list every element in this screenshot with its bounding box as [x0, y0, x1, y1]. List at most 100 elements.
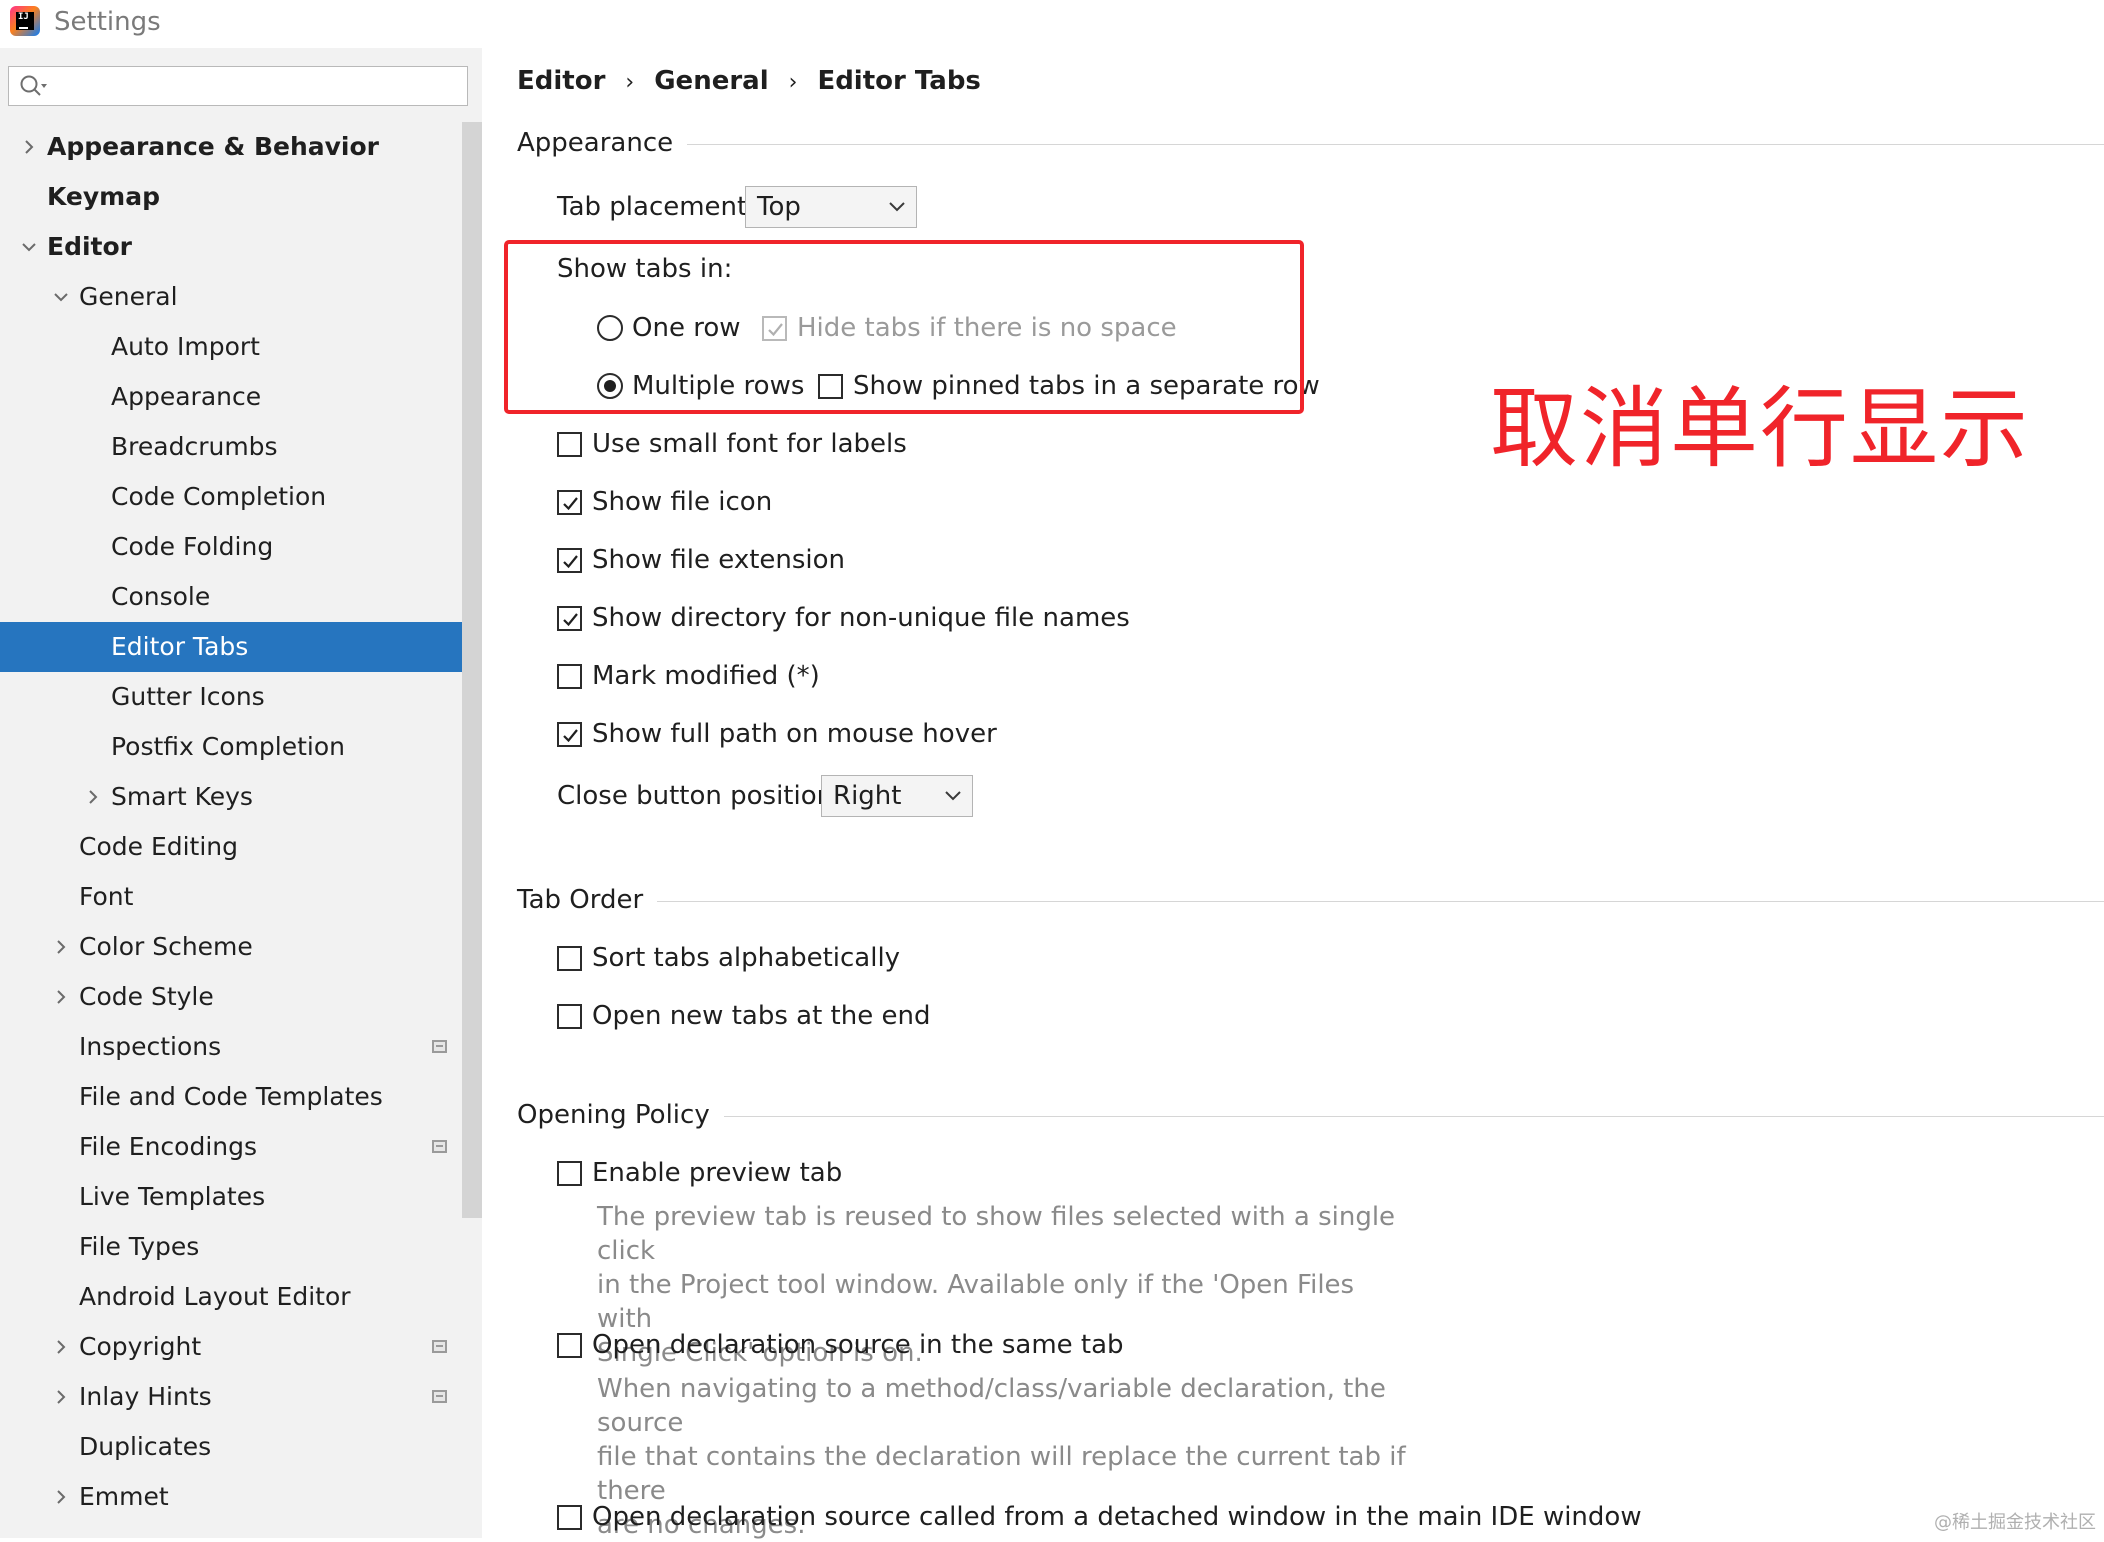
show-directory-label: Show directory for non-unique file names — [592, 603, 1130, 633]
sidebar-item-label: Auto Import — [111, 332, 260, 361]
description-line: The preview tab is reused to show files … — [597, 1202, 1396, 1266]
breadcrumb-editor-tabs: Editor Tabs — [817, 66, 981, 96]
tab-placement-label: Tab placement: — [557, 192, 756, 222]
sidebar-item-label: Gutter Icons — [111, 682, 265, 711]
checkbox[interactable] — [557, 1333, 582, 1358]
checkbox[interactable] — [557, 606, 582, 631]
search-input[interactable] — [55, 71, 459, 103]
project-scope-icon — [432, 1340, 447, 1353]
checkbox[interactable] — [557, 1004, 582, 1029]
show-full-path-label: Show full path on mouse hover — [592, 719, 997, 749]
checkbox[interactable] — [557, 946, 582, 971]
sidebar-item-android-layout-editor[interactable]: Android Layout Editor — [0, 1272, 482, 1322]
checkbox[interactable] — [557, 432, 582, 457]
sidebar-item-editor-tabs[interactable]: Editor Tabs — [0, 622, 482, 672]
sidebar-item-appearance[interactable]: Appearance — [0, 372, 482, 422]
chevron-right-icon[interactable] — [53, 1339, 69, 1355]
sidebar-item-label: Smart Keys — [111, 782, 253, 811]
show-file-icon-label: Show file icon — [592, 487, 773, 517]
check-icon — [563, 613, 578, 627]
description-line: file that contains the declaration will … — [597, 1442, 1406, 1506]
sidebar-item-code-style[interactable]: Code Style — [0, 972, 482, 1022]
check-icon — [563, 555, 578, 569]
chevron-right-icon[interactable] — [53, 939, 69, 955]
sidebar-item-label: General — [79, 282, 178, 311]
section-title-appearance: Appearance — [517, 128, 688, 158]
sidebar-item-keymap[interactable]: Keymap — [0, 172, 482, 222]
sidebar-item-label: Editor Tabs — [111, 632, 249, 661]
sidebar-item-inspections[interactable]: Inspections — [0, 1022, 482, 1072]
sidebar-item-console[interactable]: Console — [0, 572, 482, 622]
same-tab-label: Open declaration source in the same tab — [592, 1330, 1124, 1360]
sort-alphabetically-label: Sort tabs alphabetically — [592, 943, 901, 973]
sidebar-item-inlay-hints[interactable]: Inlay Hints — [0, 1372, 482, 1422]
sidebar-item-label: Font — [79, 882, 134, 911]
sidebar-item-code-folding[interactable]: Code Folding — [0, 522, 482, 572]
sidebar-item-editor[interactable]: Editor — [0, 222, 482, 272]
sidebar-item-label: Editor — [47, 232, 132, 261]
chevron-right-icon[interactable] — [53, 1389, 69, 1405]
chevron-right-icon[interactable] — [53, 1489, 69, 1505]
sidebar-item-label: Live Templates — [79, 1182, 266, 1211]
sidebar-item-duplicates[interactable]: Duplicates — [0, 1422, 482, 1472]
window-title: Settings — [54, 7, 161, 37]
sidebar-item-color-scheme[interactable]: Color Scheme — [0, 922, 482, 972]
show-file-extension-label: Show file extension — [592, 545, 846, 575]
intellij-idea-icon: IJ — [10, 6, 40, 36]
sidebar-item-font[interactable]: Font — [0, 872, 482, 922]
sidebar-item-postfix-completion[interactable]: Postfix Completion — [0, 722, 482, 772]
close-button-position-dropdown[interactable]: Right — [821, 775, 973, 817]
sidebar-item-gutter-icons[interactable]: Gutter Icons — [0, 672, 482, 722]
sidebar-item-general[interactable]: General — [0, 272, 482, 322]
description-line: in the Project tool window. Available on… — [597, 1270, 1355, 1334]
sidebar-item-label: Copyright — [79, 1332, 202, 1361]
sidebar-item-appearance-behavior[interactable]: Appearance & Behavior — [0, 122, 482, 172]
sidebar-item-smart-keys[interactable]: Smart Keys — [0, 772, 482, 822]
sidebar-item-code-completion[interactable]: Code Completion — [0, 472, 482, 522]
checkbox[interactable] — [557, 664, 582, 689]
check-icon — [563, 497, 578, 511]
tab-placement-dropdown[interactable]: Top — [745, 186, 917, 228]
sidebar-item-code-editing[interactable]: Code Editing — [0, 822, 482, 872]
watermark: @稀土掘金技术社区 — [1934, 1512, 2096, 1533]
highlight-box — [504, 240, 1304, 414]
sidebar-item-copyright[interactable]: Copyright — [0, 1322, 482, 1372]
breadcrumb-editor[interactable]: Editor — [517, 66, 605, 96]
checkbox[interactable] — [557, 1505, 582, 1530]
tab-placement-value: Top — [757, 192, 801, 222]
section-title-tab-order: Tab Order — [517, 885, 658, 915]
breadcrumb: Editor › General › Editor Tabs — [517, 66, 981, 96]
chevron-right-icon[interactable] — [53, 989, 69, 1005]
sidebar-item-label: Keymap — [47, 182, 161, 211]
breadcrumb-separator: › — [788, 70, 798, 95]
detached-window-label: Open declaration source called from a de… — [592, 1502, 1642, 1532]
checkbox[interactable] — [557, 1161, 582, 1186]
description-line: When navigating to a method/class/variab… — [597, 1374, 1386, 1438]
sidebar-item-file-encodings[interactable]: File Encodings — [0, 1122, 482, 1172]
sidebar-item-label: Android Layout Editor — [79, 1282, 351, 1311]
chevron-down-icon[interactable] — [53, 289, 69, 305]
search-icon — [20, 75, 47, 96]
chevron-down-icon — [889, 202, 905, 212]
sidebar-item-breadcrumbs[interactable]: Breadcrumbs — [0, 422, 482, 472]
sidebar-item-label: Duplicates — [79, 1432, 212, 1461]
sidebar-item-file-and-code-templates[interactable]: File and Code Templates — [0, 1072, 482, 1122]
sidebar-item-label: Console — [111, 582, 211, 611]
sidebar-item-label: Appearance — [111, 382, 262, 411]
sidebar-item-file-types[interactable]: File Types — [0, 1222, 482, 1272]
chevron-down-icon[interactable] — [21, 239, 37, 255]
section-title-opening-policy: Opening Policy — [517, 1100, 724, 1130]
sidebar-item-live-templates[interactable]: Live Templates — [0, 1172, 482, 1222]
sidebar-scrollbar-thumb[interactable] — [462, 122, 482, 1218]
close-button-position-label: Close button position: — [557, 781, 842, 811]
sidebar-item-auto-import[interactable]: Auto Import — [0, 322, 482, 372]
chevron-right-icon[interactable] — [85, 789, 101, 805]
sidebar-item-emmet[interactable]: Emmet — [0, 1472, 482, 1522]
search-box[interactable] — [8, 66, 468, 106]
checkbox[interactable] — [557, 548, 582, 573]
checkbox[interactable] — [557, 722, 582, 747]
small-font-label: Use small font for labels — [592, 429, 907, 459]
breadcrumb-general[interactable]: General — [654, 66, 768, 96]
chevron-right-icon[interactable] — [21, 139, 37, 155]
checkbox[interactable] — [557, 490, 582, 515]
